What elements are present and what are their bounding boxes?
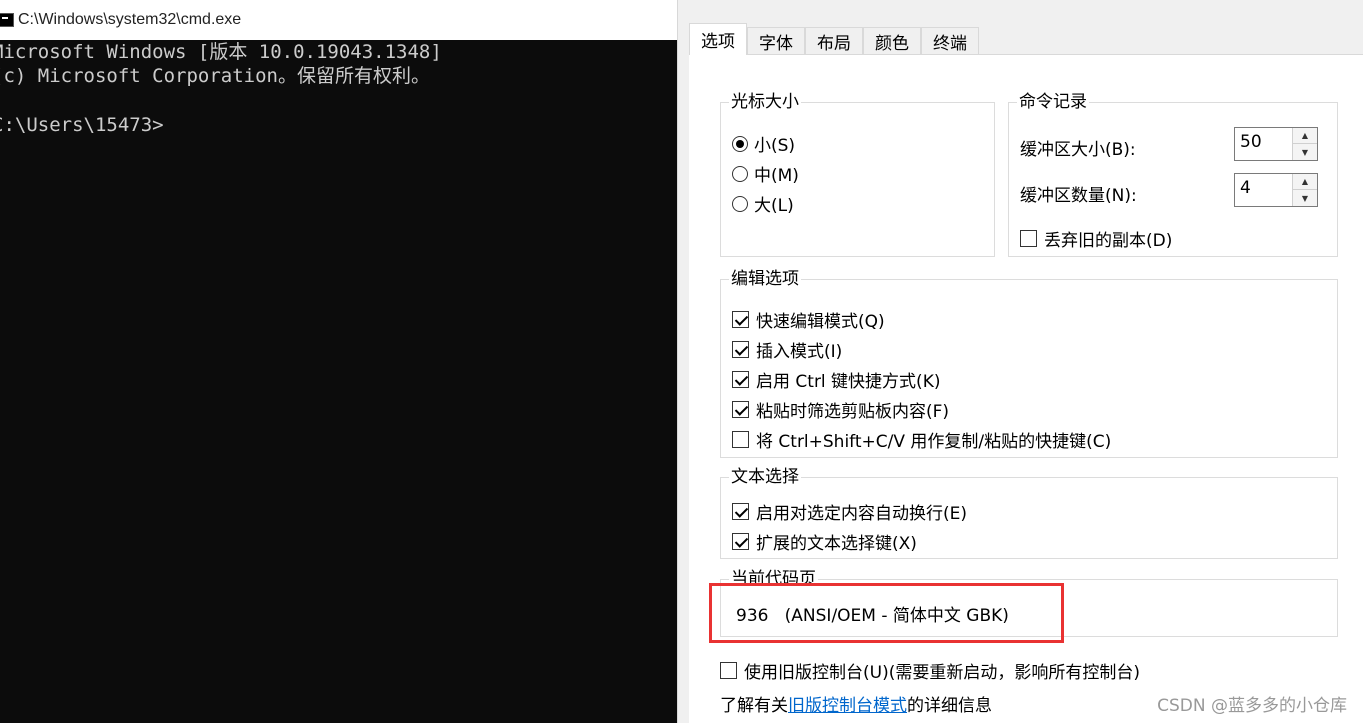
checkbox-label: 快速编辑模式(Q) xyxy=(756,312,885,332)
spin-down-icon[interactable]: ▼ xyxy=(1293,190,1317,206)
ctrl-shift-cv-checkbox[interactable]: 将 Ctrl+Shift+C/V 用作复制/粘贴的快捷键(C) xyxy=(732,427,1111,452)
filter-paste-checkbox[interactable]: 粘贴时筛选剪贴板内容(F) xyxy=(732,397,949,422)
edit-options-legend: 编辑选项 xyxy=(729,268,801,290)
learn-more-prefix: 了解有关 xyxy=(720,696,788,716)
radio-button[interactable] xyxy=(732,165,748,182)
command-history-legend: 命令记录 xyxy=(1017,91,1089,113)
cmd-output[interactable]: Microsoft Windows [版本 10.0.19043.1348] (… xyxy=(0,40,677,723)
checkbox-label: 启用对选定内容自动换行(E) xyxy=(756,504,968,524)
radio-label: 中(M) xyxy=(754,166,799,186)
checkbox[interactable] xyxy=(732,341,749,358)
legacy-console-checkbox[interactable]: 使用旧版控制台(U)(需要重新启动，影响所有控制台) xyxy=(720,658,1140,683)
buffer-count-label: 缓冲区数量(N): xyxy=(1020,186,1137,206)
discard-old-checkbox[interactable]: 丢弃旧的副本(D) xyxy=(1020,226,1172,251)
checkbox[interactable] xyxy=(732,401,749,418)
checkbox-label: 将 Ctrl+Shift+C/V 用作复制/粘贴的快捷键(C) xyxy=(756,432,1112,452)
tab-font[interactable]: 字体 xyxy=(747,27,805,55)
buffer-size-value[interactable]: 50 xyxy=(1240,132,1262,152)
spin-buttons: ▲ ▼ xyxy=(1292,174,1317,206)
buffer-size-label: 缓冲区大小(B): xyxy=(1020,140,1136,160)
tab-options[interactable]: 选项 xyxy=(689,23,747,55)
window-divider xyxy=(677,0,689,723)
checkbox-label: 启用 Ctrl 键快捷方式(K) xyxy=(756,372,941,392)
cursor-size-legend: 光标大小 xyxy=(729,91,801,113)
properties-dialog: 选项 字体 布局 颜色 终端 光标大小 小(S) 中(M) 大(L) 命令记录 xyxy=(689,0,1363,723)
buffer-count-stepper[interactable]: 4 ▲ ▼ xyxy=(1234,173,1318,207)
radio-cursor-small[interactable]: 小(S) xyxy=(732,131,795,156)
line-wrap-selection-checkbox[interactable]: 启用对选定内容自动换行(E) xyxy=(732,499,967,524)
tab-bar: 选项 字体 布局 颜色 终端 xyxy=(689,23,979,55)
checkbox-label: 丢弃旧的副本(D) xyxy=(1044,231,1173,251)
checkbox[interactable] xyxy=(732,311,749,328)
buffer-count-value[interactable]: 4 xyxy=(1240,178,1251,198)
cmd-window: C:\Windows\system32\cmd.exe Microsoft Wi… xyxy=(0,0,677,723)
checkbox-label: 插入模式(I) xyxy=(756,342,843,362)
options-panel: 光标大小 小(S) 中(M) 大(L) 命令记录 缓冲区大小(B): 50 ▲ xyxy=(689,54,1363,723)
watermark: CSDN @蓝多多的小仓库 xyxy=(1157,696,1347,716)
red-highlight-box xyxy=(709,583,1064,643)
legacy-console-link[interactable]: 旧版控制台模式 xyxy=(788,691,907,716)
learn-more-suffix: 的详细信息 xyxy=(907,696,992,716)
spin-up-icon[interactable]: ▲ xyxy=(1293,128,1317,144)
radio-button[interactable] xyxy=(732,135,748,152)
buffer-size-stepper[interactable]: 50 ▲ ▼ xyxy=(1234,127,1318,161)
checkbox[interactable] xyxy=(732,371,749,388)
extended-selection-keys-checkbox[interactable]: 扩展的文本选择键(X) xyxy=(732,529,917,554)
spin-up-icon[interactable]: ▲ xyxy=(1293,174,1317,190)
cmd-line: Microsoft Windows [版本 10.0.19043.1348] xyxy=(0,41,442,63)
command-history-group: 命令记录 缓冲区大小(B): 50 ▲ ▼ 缓冲区数量(N): 4 ▲ ▼ 丢弃… xyxy=(1008,91,1338,257)
checkbox[interactable] xyxy=(732,431,749,448)
checkbox-label: 扩展的文本选择键(X) xyxy=(756,534,917,554)
quick-edit-checkbox[interactable]: 快速编辑模式(Q) xyxy=(732,307,885,332)
spin-buttons: ▲ ▼ xyxy=(1292,128,1317,160)
radio-label: 小(S) xyxy=(754,136,796,156)
insert-mode-checkbox[interactable]: 插入模式(I) xyxy=(732,337,842,362)
tab-layout[interactable]: 布局 xyxy=(805,27,863,55)
edit-options-group: 编辑选项 快速编辑模式(Q) 插入模式(I) 启用 Ctrl 键快捷方式(K) … xyxy=(720,268,1338,458)
ctrl-shortcuts-checkbox[interactable]: 启用 Ctrl 键快捷方式(K) xyxy=(732,367,940,392)
cmd-title: C:\Windows\system32\cmd.exe xyxy=(18,11,242,28)
cmd-prompt: C:\Users\15473> xyxy=(0,114,164,136)
console-icon xyxy=(0,13,14,27)
checkbox[interactable] xyxy=(732,503,749,520)
text-selection-legend: 文本选择 xyxy=(729,466,801,488)
checkbox-label: 使用旧版控制台(U)(需要重新启动，影响所有控制台) xyxy=(744,663,1140,683)
text-selection-group: 文本选择 启用对选定内容自动换行(E) 扩展的文本选择键(X) xyxy=(720,466,1338,559)
checkbox[interactable] xyxy=(1020,230,1037,247)
tab-terminal[interactable]: 终端 xyxy=(921,27,979,55)
radio-button[interactable] xyxy=(732,195,748,212)
cmd-titlebar[interactable]: C:\Windows\system32\cmd.exe xyxy=(0,0,677,40)
tab-colors[interactable]: 颜色 xyxy=(863,27,921,55)
checkbox[interactable] xyxy=(720,662,737,679)
cursor-size-group: 光标大小 小(S) 中(M) 大(L) xyxy=(720,91,995,257)
checkbox[interactable] xyxy=(732,533,749,550)
radio-cursor-medium[interactable]: 中(M) xyxy=(732,161,799,186)
checkbox-label: 粘贴时筛选剪贴板内容(F) xyxy=(756,402,950,422)
spin-down-icon[interactable]: ▼ xyxy=(1293,144,1317,160)
learn-more-text: 了解有关 旧版控制台模式 的详细信息 xyxy=(720,691,992,716)
cmd-line: (c) Microsoft Corporation。保留所有权利。 xyxy=(0,65,430,87)
radio-cursor-large[interactable]: 大(L) xyxy=(732,191,794,216)
radio-label: 大(L) xyxy=(754,196,794,216)
